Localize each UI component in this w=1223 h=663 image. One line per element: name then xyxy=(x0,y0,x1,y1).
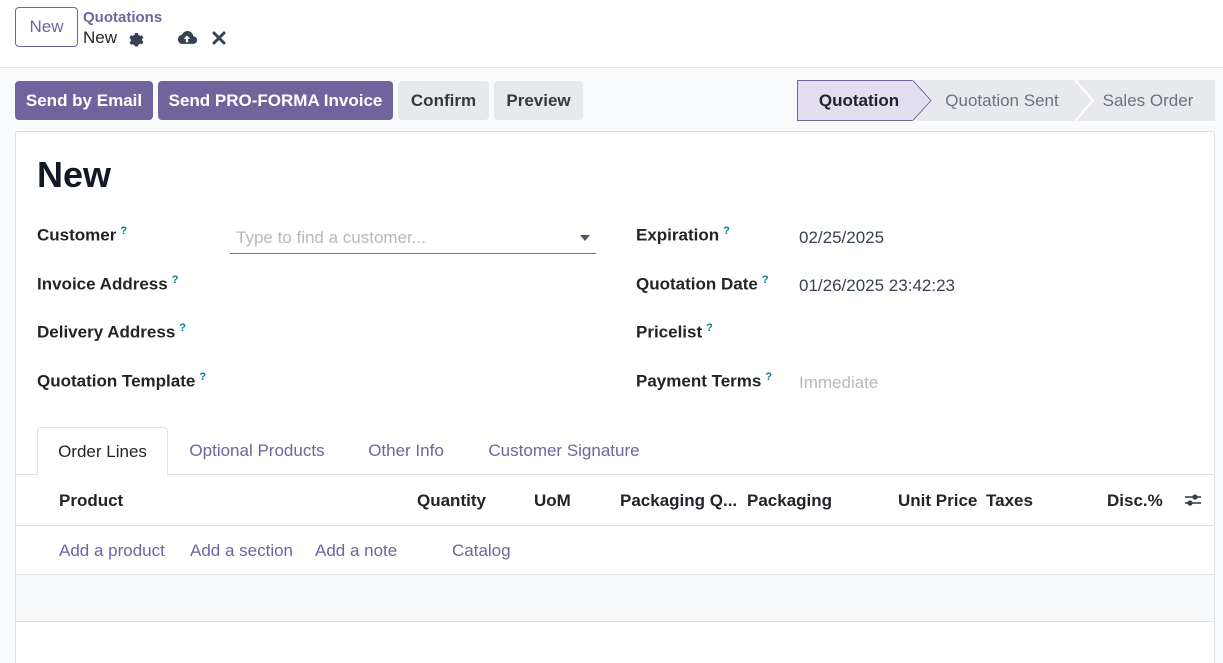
column-uom[interactable]: UoM xyxy=(534,491,571,511)
help-marker[interactable]: ? xyxy=(762,274,769,286)
customer-input[interactable]: Type to find a customer... xyxy=(230,222,596,254)
add-product-link[interactable]: Add a product xyxy=(59,541,165,561)
add-note-link[interactable]: Add a note xyxy=(315,541,397,561)
help-marker[interactable]: ? xyxy=(199,371,206,383)
quotation-template-label: Quotation Template? xyxy=(37,371,207,391)
order-lines-header: Product Quantity UoM Packaging Q... Pack… xyxy=(16,476,1214,526)
cloud-upload-icon[interactable] xyxy=(176,29,198,47)
add-section-link[interactable]: Add a section xyxy=(190,541,293,561)
tab-order-lines[interactable]: Order Lines xyxy=(37,427,168,476)
add-line-row: Add a product Add a section Add a note C… xyxy=(16,526,1214,575)
payment-terms-label: Payment Terms? xyxy=(636,371,773,391)
chevron-down-icon[interactable] xyxy=(580,235,590,241)
help-marker[interactable]: ? xyxy=(706,322,713,334)
column-product[interactable]: Product xyxy=(59,491,123,511)
confirm-button[interactable]: Confirm xyxy=(398,81,489,120)
send-by-email-button[interactable]: Send by Email xyxy=(15,81,153,120)
pricelist-label: Pricelist? xyxy=(636,322,713,342)
form-sheet: New Customer? Type to find a customer...… xyxy=(15,131,1215,663)
payment-terms-field[interactable]: Immediate xyxy=(799,373,878,393)
column-discount[interactable]: Disc.% xyxy=(1107,491,1163,511)
close-icon[interactable] xyxy=(211,30,227,46)
breadcrumb-quotations[interactable]: Quotations xyxy=(83,9,162,26)
record-title: New xyxy=(37,154,112,195)
column-unit-price[interactable]: Unit Price xyxy=(898,491,977,511)
tab-customer-signature[interactable]: Customer Signature xyxy=(476,427,652,475)
help-marker[interactable]: ? xyxy=(120,225,127,237)
stage-quotation[interactable]: Quotation xyxy=(797,80,921,121)
status-bar: Quotation Quotation Sent Sales Order xyxy=(797,80,1215,121)
catalog-link[interactable]: Catalog xyxy=(452,541,511,561)
delivery-address-label: Delivery Address? xyxy=(37,322,187,342)
column-taxes[interactable]: Taxes xyxy=(986,491,1033,511)
empty-table-row xyxy=(16,575,1214,622)
gear-icon[interactable] xyxy=(126,30,144,48)
help-marker[interactable]: ? xyxy=(723,225,730,237)
customer-placeholder: Type to find a customer... xyxy=(236,228,426,247)
tab-optional-products[interactable]: Optional Products xyxy=(176,427,338,475)
send-proforma-button[interactable]: Send PRO-FORMA Invoice xyxy=(158,81,393,120)
tab-other-info[interactable]: Other Info xyxy=(356,427,456,475)
quotation-date-field[interactable]: 01/26/2025 23:42:23 xyxy=(799,276,955,296)
expiration-field[interactable]: 02/25/2025 xyxy=(799,228,884,248)
expiration-label: Expiration? xyxy=(636,225,730,245)
stage-quotation-sent[interactable]: Quotation Sent xyxy=(927,80,1077,121)
help-marker[interactable]: ? xyxy=(172,274,179,286)
preview-button[interactable]: Preview xyxy=(494,81,583,120)
control-panel: New Quotations New xyxy=(0,0,1223,68)
customer-label: Customer? xyxy=(37,225,128,245)
column-quantity[interactable]: Quantity xyxy=(417,491,486,511)
column-packaging-qty[interactable]: Packaging Q... xyxy=(620,491,737,511)
help-marker[interactable]: ? xyxy=(765,371,772,383)
notebook-tabs: Order Lines Optional Products Other Info… xyxy=(16,427,1214,476)
help-marker[interactable]: ? xyxy=(179,322,186,334)
optional-columns-icon[interactable] xyxy=(1184,491,1202,509)
invoice-address-label: Invoice Address? xyxy=(37,274,179,294)
quotation-date-label: Quotation Date? xyxy=(636,274,769,294)
new-button[interactable]: New xyxy=(15,7,78,47)
column-packaging[interactable]: Packaging xyxy=(747,491,832,511)
stage-sales-order[interactable]: Sales Order xyxy=(1089,80,1207,121)
breadcrumb-current: New xyxy=(83,28,118,47)
